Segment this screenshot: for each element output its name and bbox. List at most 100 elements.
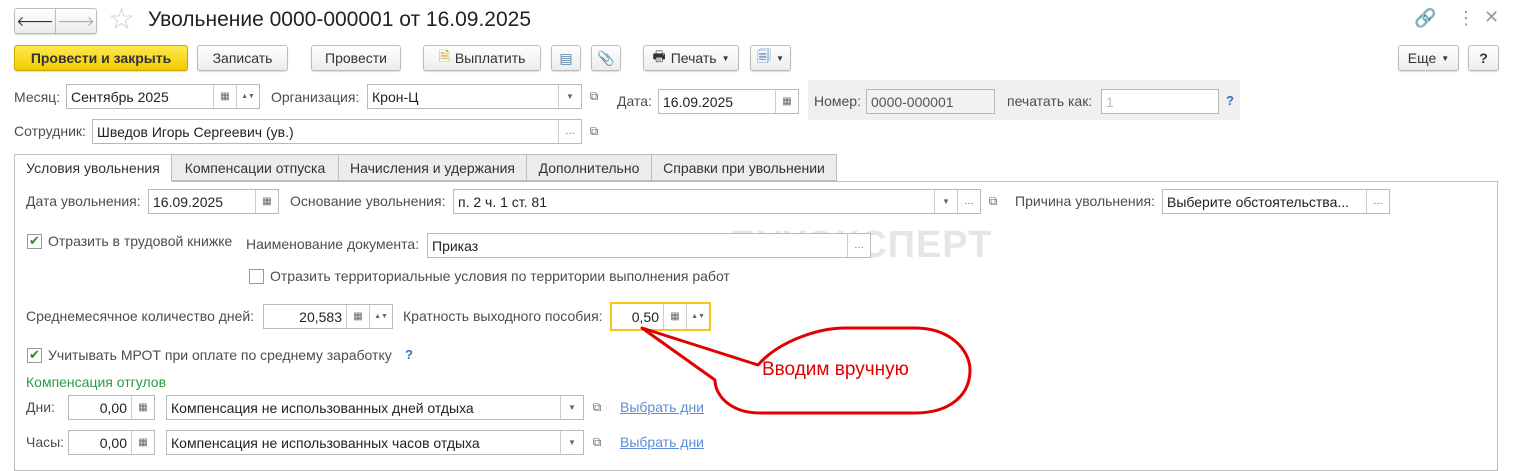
tab-accruals[interactable]: Начисления и удержания bbox=[338, 154, 527, 181]
mrot-label: Учитывать МРОТ при оплате по среднему за… bbox=[48, 347, 392, 363]
basis-field[interactable]: п. 2 ч. 1 ст. 81 ▼… bbox=[453, 189, 981, 214]
close-icon[interactable]: ✕ bbox=[1484, 7, 1499, 28]
printer-icon: 🖶 bbox=[652, 48, 666, 64]
days-type-value: Компенсация не использованных дней отдых… bbox=[171, 399, 474, 416]
tab-additional[interactable]: Дополнительно bbox=[526, 154, 652, 181]
print-label: Печать bbox=[670, 50, 717, 66]
dropdown-arrow-icon: ▼ bbox=[721, 53, 730, 63]
select-ellipsis-icon[interactable]: … bbox=[1366, 190, 1389, 213]
month-label: Месяц: bbox=[14, 89, 61, 105]
more-vert-icon[interactable]: ⋮ bbox=[1457, 8, 1475, 29]
hours-field[interactable]: 0,00 ▦ bbox=[68, 430, 155, 455]
calculator-icon[interactable]: ▦ bbox=[346, 305, 369, 328]
tab-vacation-compensation[interactable]: Компенсации отпуска bbox=[171, 154, 339, 181]
pay-button[interactable]: 🗎 Выплатить bbox=[423, 45, 541, 71]
more-label: Еще bbox=[1407, 50, 1437, 66]
docname-field[interactable]: Приказ … bbox=[427, 233, 871, 258]
comp-section-title: Компенсация отгулов bbox=[26, 374, 166, 390]
month-value: Сентябрь 2025 bbox=[71, 88, 169, 105]
print-as-placeholder: 1 bbox=[1106, 93, 1114, 110]
days-field[interactable]: 0,00 ▦ bbox=[68, 395, 155, 420]
avg-days-value: 20,583 bbox=[299, 308, 342, 325]
favorite-star-icon[interactable]: ☆ bbox=[108, 2, 135, 37]
help-button[interactable]: ? bbox=[1468, 45, 1499, 71]
number-field[interactable]: 0000-000001 bbox=[866, 89, 995, 114]
pay-icon: 🗎 bbox=[438, 48, 450, 64]
select-ellipsis-icon[interactable]: … bbox=[957, 190, 980, 213]
open-icon[interactable]: ⧉ bbox=[585, 87, 603, 105]
reason-field[interactable]: Выберите обстоятельства...… bbox=[1162, 189, 1390, 214]
employee-value: Шведов Игорь Сергеевич (ув.) bbox=[97, 123, 294, 140]
number-label: Номер: bbox=[814, 93, 861, 109]
territorial-checkbox[interactable] bbox=[249, 269, 264, 284]
date-value: 16.09.2025 bbox=[663, 93, 734, 110]
workbook-checkbox[interactable]: ✔ bbox=[27, 234, 42, 249]
open-icon[interactable]: ⧉ bbox=[588, 433, 606, 451]
tab-dismissal-conditions[interactable]: Условия увольнения bbox=[14, 154, 172, 182]
dropdown-arrow-icon[interactable]: ▼ bbox=[934, 190, 957, 213]
attach-button[interactable]: 📎 bbox=[591, 45, 621, 71]
forward-button[interactable]: 🡒 bbox=[55, 8, 97, 34]
avg-days-field[interactable]: 20,583 ▦ ▲▼ bbox=[263, 304, 393, 329]
org-label: Организация: bbox=[271, 89, 360, 105]
dismissal-date-value: 16.09.2025 bbox=[153, 193, 224, 210]
calculator-icon[interactable]: ▦ bbox=[131, 396, 154, 419]
docname-label: Наименование документа: bbox=[246, 236, 420, 252]
multiplier-label: Кратность выходного пособия: bbox=[403, 308, 603, 324]
select-ellipsis-icon[interactable]: … bbox=[847, 234, 870, 257]
territorial-label: Отразить территориальные условия по терр… bbox=[270, 268, 730, 284]
date-field[interactable]: 16.09.2025 ▦ bbox=[658, 89, 799, 114]
docname-value: Приказ bbox=[432, 237, 479, 254]
dropdown-arrow-icon: ▼ bbox=[1441, 53, 1450, 63]
structure-button[interactable]: ▤ bbox=[551, 45, 581, 71]
date-label: Дата: bbox=[617, 93, 652, 109]
help-icon[interactable]: ? bbox=[1226, 93, 1234, 108]
dropdown-arrow-icon[interactable]: ▼ bbox=[558, 85, 581, 108]
month-field[interactable]: Сентябрь 2025 ▦ ▲▼ bbox=[66, 84, 260, 109]
post-and-close-button[interactable]: Провести и закрыть bbox=[14, 45, 188, 71]
employee-field[interactable]: Шведов Игорь Сергеевич (ув.) … bbox=[92, 119, 582, 144]
more-button[interactable]: Еще ▼ bbox=[1398, 45, 1459, 71]
basis-label: Основание увольнения: bbox=[290, 193, 446, 209]
pay-label: Выплатить bbox=[454, 50, 526, 66]
dropdown-arrow-icon[interactable]: ▼ bbox=[560, 431, 583, 454]
reason-label: Причина увольнения: bbox=[1015, 193, 1155, 209]
print-button[interactable]: 🖶 Печать ▼ bbox=[643, 45, 739, 71]
dropdown-arrow-icon[interactable]: ▼ bbox=[560, 396, 583, 419]
days-label: Дни: bbox=[26, 399, 55, 415]
number-value: 0000-000001 bbox=[871, 93, 954, 110]
select-ellipsis-icon[interactable]: … bbox=[558, 120, 581, 143]
spinner[interactable]: ▲▼ bbox=[369, 305, 392, 328]
open-icon[interactable]: ⧉ bbox=[588, 398, 606, 416]
hours-label: Часы: bbox=[26, 434, 65, 450]
print-as-field[interactable]: 1 bbox=[1101, 89, 1219, 114]
create-based-button[interactable]: 🗐 ▼ bbox=[750, 45, 791, 71]
help-icon[interactable]: ? bbox=[405, 347, 413, 362]
hours-type-value: Компенсация не использованных часов отды… bbox=[171, 434, 480, 451]
dismissal-date-field[interactable]: 16.09.2025 ▦ bbox=[148, 189, 279, 214]
avg-days-label: Среднемесячное количество дней: bbox=[26, 308, 255, 324]
structure-icon: ▤ bbox=[559, 49, 573, 66]
org-field[interactable]: Крон-Ц ▼ bbox=[367, 84, 582, 109]
dropdown-arrow-icon: ▼ bbox=[776, 53, 784, 63]
paperclip-icon: 📎 bbox=[597, 49, 615, 66]
calendar-icon[interactable]: ▦ bbox=[255, 190, 278, 213]
hours-type-field[interactable]: Компенсация не использованных часов отды… bbox=[166, 430, 584, 455]
save-button[interactable]: Записать bbox=[197, 45, 288, 71]
post-button[interactable]: Провести bbox=[311, 45, 401, 71]
back-button[interactable]: 🡐 bbox=[14, 8, 56, 34]
callout-text: Вводим вручную bbox=[762, 359, 909, 380]
days-type-field[interactable]: Компенсация не использованных дней отдых… bbox=[166, 395, 584, 420]
select-hours-link[interactable]: Выбрать дни bbox=[620, 434, 704, 450]
spinner[interactable]: ▲▼ bbox=[236, 85, 259, 108]
open-icon[interactable]: ⧉ bbox=[585, 122, 603, 140]
tab-certificates[interactable]: Справки при увольнении bbox=[651, 154, 837, 181]
mrot-checkbox[interactable]: ✔ bbox=[27, 348, 42, 363]
link-icon[interactable]: 🔗 bbox=[1414, 8, 1436, 29]
calendar-icon[interactable]: ▦ bbox=[213, 85, 236, 108]
calculator-icon[interactable]: ▦ bbox=[131, 431, 154, 454]
workbook-label: Отразить в трудовой книжке bbox=[48, 233, 233, 249]
calendar-icon[interactable]: ▦ bbox=[775, 90, 798, 113]
open-icon[interactable]: ⧉ bbox=[984, 192, 1002, 210]
document-arrow-icon: 🗐 bbox=[757, 48, 772, 64]
